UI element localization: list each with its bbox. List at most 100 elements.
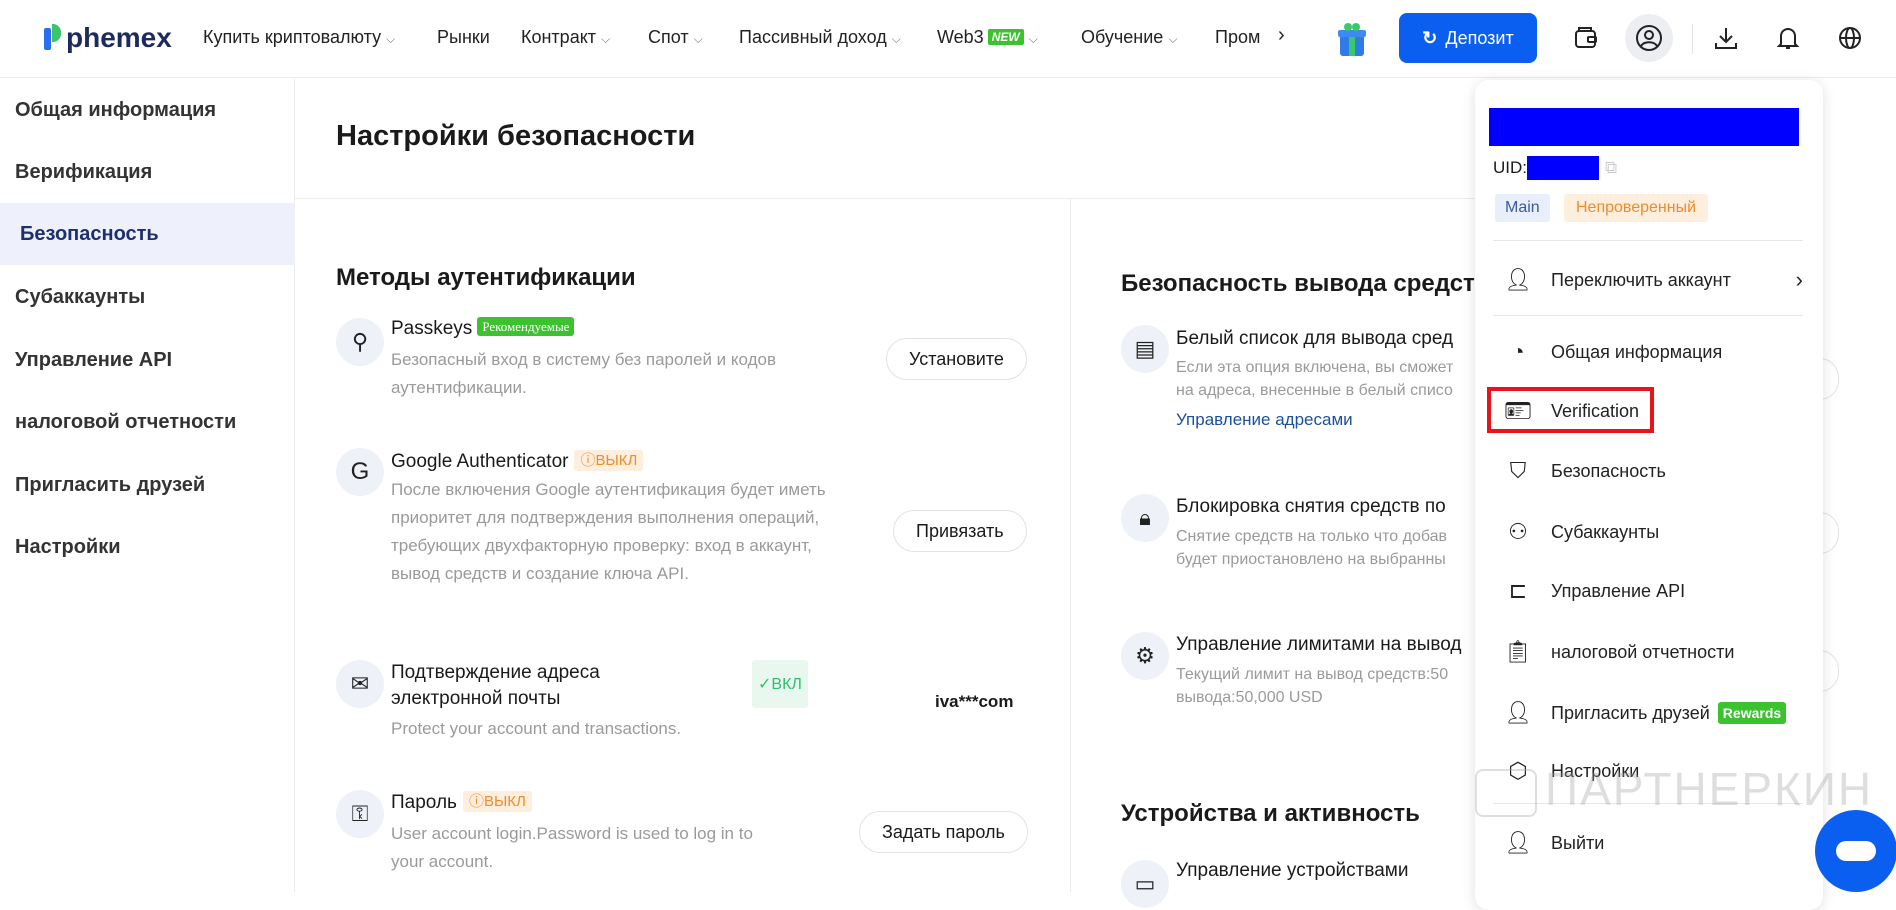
profile-button[interactable]	[1625, 14, 1673, 62]
sidebar-item-label: Субаккаунты	[15, 285, 146, 308]
password-title: Пароль ⓘВЫКЛ	[391, 790, 532, 814]
item-title: Passkeys	[391, 318, 473, 339]
set-password-button[interactable]: Задать пароль	[859, 811, 1028, 853]
menu-item-security[interactable]: ⛉ Безопасность	[1503, 451, 1666, 491]
sidebar-item-verification[interactable]: Верификация	[0, 141, 295, 203]
user-icon	[1636, 25, 1662, 51]
menu-label: Общая информация	[1551, 341, 1723, 362]
whitelist-title: Белый список для вывода сред	[1176, 328, 1454, 349]
withdraw-security-heading: Безопасность вывода средст	[1121, 270, 1475, 297]
nav-buy-crypto[interactable]: Купить криптовалюту ⌵	[203, 27, 395, 48]
nav-label: Пассивный доход	[739, 27, 887, 47]
logo-mark-icon	[44, 24, 62, 52]
nav-passive-income[interactable]: Пассивный доход ⌵	[739, 27, 901, 48]
device-management-title[interactable]: Управление устройствами	[1176, 860, 1476, 882]
passkey-icon: ⚲	[336, 318, 384, 366]
sidebar-item-overview[interactable]: Общая информация	[0, 79, 295, 141]
nav-markets[interactable]: Рынки	[437, 27, 490, 48]
google-auth-bind-button[interactable]: Привязать	[893, 510, 1027, 552]
mail-icon: ✉	[336, 660, 384, 708]
sidebar-item-label: Безопасность	[20, 222, 159, 245]
sidebar-item-api[interactable]: Управление API	[0, 329, 295, 391]
chat-support-button[interactable]	[1815, 810, 1896, 892]
nav-spot[interactable]: Спот ⌵	[648, 27, 703, 48]
menu-divider	[1493, 315, 1803, 316]
redacted-username	[1489, 108, 1799, 146]
title-divider	[295, 198, 1475, 199]
nav-label: Контракт	[521, 27, 597, 47]
menu-item-tax-reports[interactable]: 📋︎ налоговой отчетности	[1503, 632, 1734, 672]
withdraw-lock-desc-2: будет приостановлено на выбранны	[1176, 551, 1446, 568]
gift-icon[interactable]	[1337, 20, 1367, 56]
nav-web3[interactable]: Web3 NEW ⌵	[937, 27, 1038, 48]
chevron-right-icon: ›	[1795, 267, 1803, 292]
pie-chart-icon: ◔	[1511, 339, 1525, 364]
status-text: ВЫКЛ	[595, 452, 638, 469]
sidebar-item-subaccounts[interactable]: Субаккаунты	[0, 266, 295, 328]
auth-methods-heading: Методы аутентификации	[336, 264, 636, 291]
limits-title: Управление лимитами на вывод	[1176, 634, 1462, 655]
menu-item-settings[interactable]: ⬡ Настройки	[1503, 751, 1639, 791]
plug-icon: ⊏	[1508, 578, 1528, 603]
logout-icon: 👤︎	[1504, 830, 1532, 855]
sidebar-item-invite[interactable]: Пригласить друзей	[0, 454, 295, 516]
withdraw-lock-desc-1: Снятие средств на только что добав	[1176, 528, 1448, 545]
sidebar-item-security[interactable]: Безопасность	[0, 203, 295, 265]
download-icon[interactable]	[1708, 20, 1744, 56]
account-menu: UID: ⧉ Main Непроверенный 👤︎ Переключить а…	[1475, 80, 1823, 910]
logout-item[interactable]: 👤︎ Выйти	[1503, 823, 1604, 863]
logo-text: phemex	[66, 22, 172, 53]
menu-item-subaccounts[interactable]: ⚇ Субаккаунты	[1503, 512, 1659, 552]
nav-learn[interactable]: Обучение ⌵	[1081, 27, 1177, 48]
nav-label: Пром	[1215, 27, 1261, 47]
chevron-down-icon: ⌵	[386, 32, 396, 46]
menu-item-invite[interactable]: 👤︎ Пригласить друзей Rewards	[1503, 693, 1787, 733]
settings-icon: ⬡	[1508, 758, 1528, 783]
nav-scroll-right-icon[interactable]: ›	[1278, 24, 1285, 47]
nav-promo[interactable]: Пром	[1215, 27, 1260, 48]
menu-item-overview[interactable]: ◔ Общая информация	[1503, 332, 1722, 372]
copy-icon[interactable]: ⧉	[1605, 158, 1617, 178]
menu-label: Субаккаунты	[1551, 521, 1660, 542]
menu-label: Выйти	[1551, 832, 1605, 853]
bell-icon[interactable]	[1770, 20, 1806, 56]
chevron-down-icon: ⌵	[891, 32, 901, 46]
google-auth-title: Google Authenticator ⓘВЫКЛ	[391, 449, 644, 473]
switch-account-item[interactable]: 👤︎ Переключить аккаунт ›	[1503, 260, 1803, 300]
wallet-icon[interactable]	[1568, 20, 1604, 56]
phemex-logo[interactable]: phemex	[44, 22, 172, 54]
lock-icon: 🔒︎	[1121, 494, 1169, 542]
header-divider	[1692, 24, 1693, 54]
unverified-tag: Непроверенный	[1564, 194, 1709, 222]
status-text: ВКЛ	[771, 676, 802, 693]
sidebar-item-tax-reports[interactable]: налоговой отчетности	[0, 391, 295, 453]
devices-heading: Устройства и активность	[1121, 800, 1420, 827]
status-on-badge: ✓ВКЛ	[752, 660, 808, 708]
deposit-button[interactable]: ↻ Депозит	[1399, 13, 1537, 63]
deposit-label: Депозит	[1445, 27, 1514, 48]
menu-item-api[interactable]: ⊏ Управление API	[1503, 571, 1685, 611]
email-value: iva***com	[935, 692, 1014, 711]
sidebar-item-label: Управление API	[15, 348, 173, 371]
manage-addresses-link[interactable]: Управление адресами	[1176, 410, 1353, 430]
status-text: ВЫКЛ	[483, 793, 526, 810]
passkeys-desc: Безопасный вход в систему без паролей и …	[391, 350, 777, 397]
chevron-down-icon: ⌵	[693, 32, 703, 46]
whitelist-icon: ▤	[1121, 325, 1169, 373]
passkeys-title: Passkeys Рекомендуемые	[391, 317, 575, 340]
globe-icon[interactable]	[1832, 20, 1868, 56]
sidebar-item-settings[interactable]: Настройки	[0, 516, 295, 578]
nav-contract[interactable]: Контракт ⌵	[521, 27, 610, 48]
password-desc: User account login.Password is used to l…	[391, 824, 753, 871]
menu-item-verification[interactable]: 🪪︎ Verification	[1503, 391, 1639, 431]
page-title: Настройки безопасности	[336, 120, 696, 152]
passkeys-setup-button[interactable]: Установите	[886, 338, 1027, 380]
uid-row: UID: ⧉	[1493, 156, 1617, 180]
key-icon: ⚿	[336, 790, 384, 838]
chevron-down-icon: ⌵	[1168, 32, 1178, 46]
sub-accounts-icon: ⚇	[1508, 519, 1528, 544]
id-card-icon: 🪪︎	[1504, 398, 1532, 423]
withdraw-lock-title: Блокировка снятия средств по	[1176, 496, 1446, 517]
menu-label: Переключить аккаунт	[1551, 269, 1731, 290]
clipboard-icon: 📋︎	[1504, 639, 1532, 664]
